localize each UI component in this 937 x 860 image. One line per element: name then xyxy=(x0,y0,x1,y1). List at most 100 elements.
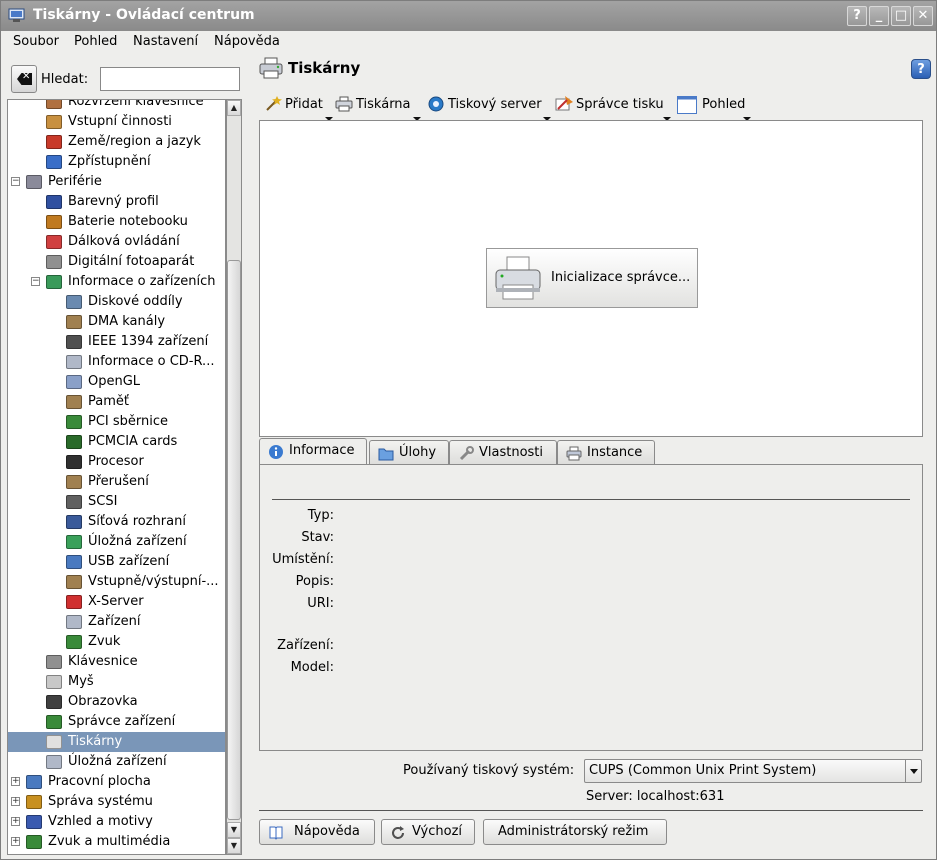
tree-item[interactable]: PCI sběrnice xyxy=(8,412,225,432)
tree-item[interactable]: Obrazovka xyxy=(8,692,225,712)
print-manager-icon xyxy=(555,96,573,112)
tree-item[interactable]: Síťová rozhraní xyxy=(8,512,225,532)
print-server-button[interactable]: Tiskový server xyxy=(427,93,551,121)
tree-item-label: X-Server xyxy=(88,594,144,609)
tab-ulohy[interactable]: Úlohy xyxy=(369,440,449,466)
tree-item[interactable]: PCMCIA cards xyxy=(8,432,225,452)
collapse-icon[interactable]: − xyxy=(31,277,40,286)
expand-icon[interactable]: + xyxy=(11,837,20,846)
tree-item[interactable]: Zpřístupnění xyxy=(8,152,225,172)
help-title-button[interactable]: ? xyxy=(847,6,867,26)
tree-item[interactable]: Správce zařízení xyxy=(8,712,225,732)
tree-item[interactable]: Vstupní činnosti xyxy=(8,112,225,132)
menu-napoveda[interactable]: Nápověda xyxy=(214,34,280,49)
defaults-button[interactable]: Výchozí xyxy=(381,819,475,845)
title-bar[interactable]: Tiskárny - Ovládací centrum ? _ □ ✕ xyxy=(1,1,936,31)
printer-large-icon xyxy=(493,255,543,303)
tree-item-label: Rozvržení klávesnice xyxy=(68,99,204,109)
pcmcia-icon xyxy=(66,435,82,449)
search-input[interactable] xyxy=(100,67,240,91)
tree-item[interactable]: Barevný profil xyxy=(8,192,225,212)
tree-item[interactable]: + Vzhled a motivy xyxy=(8,812,225,832)
tree-item[interactable]: USB zařízení xyxy=(8,552,225,572)
printer-list-area[interactable]: Inicializace správce... xyxy=(259,120,923,437)
menu-nastaveni[interactable]: Nastavení xyxy=(133,34,198,49)
tree-item[interactable]: Myš xyxy=(8,672,225,692)
tree-item-label: Klávesnice xyxy=(68,654,138,669)
tab-informace[interactable]: Informace xyxy=(259,438,367,466)
tree-item[interactable]: − Periférie xyxy=(8,172,225,192)
disk-partitions-icon xyxy=(66,295,82,309)
minimize-button[interactable]: _ xyxy=(869,6,889,26)
tree-item[interactable]: Diskové oddíly xyxy=(8,292,225,312)
tree-item[interactable]: + Pracovní plocha xyxy=(8,772,225,792)
tree-item[interactable]: DMA kanály xyxy=(8,312,225,332)
tree-scrollbar[interactable]: ▲ ▼ ▼ xyxy=(226,99,242,855)
color-profile-icon xyxy=(46,195,62,209)
tree-item[interactable]: Informace o CD-R... xyxy=(8,352,225,372)
tree-item[interactable]: Zvuk xyxy=(8,632,225,652)
tree-item[interactable]: X-Server xyxy=(8,592,225,612)
add-button[interactable]: Přidat xyxy=(264,93,334,121)
tree-item[interactable]: Baterie notebooku xyxy=(8,212,225,232)
view-menu-button[interactable]: Pohled xyxy=(677,93,753,121)
tree-item[interactable]: OpenGL xyxy=(8,372,225,392)
module-tree[interactable]: Rozvržení klávesnice Vstupní činnosti Země… xyxy=(7,99,226,855)
tree-item[interactable]: Dálková ovládání xyxy=(8,232,225,252)
whats-this-help-icon[interactable]: ? xyxy=(911,59,931,79)
tree-item[interactable]: + Zvuk a multimédia xyxy=(8,832,225,852)
help-button[interactable]: Nápověda xyxy=(259,819,375,845)
tree-item-label: Myš xyxy=(68,674,94,689)
expand-icon[interactable]: + xyxy=(11,797,20,806)
tree-item[interactable]: Tiskárny xyxy=(8,732,225,752)
desktop-icon xyxy=(26,775,42,789)
tab-vlastnosti[interactable]: Vlastnosti xyxy=(449,440,557,466)
tree-item[interactable]: Úložná zařízení xyxy=(8,532,225,552)
tab-instance[interactable]: Instance xyxy=(557,440,655,466)
tree-item[interactable]: − Informace o zařízeních xyxy=(8,272,225,292)
printer-menu-button[interactable]: Tiskárna xyxy=(335,93,423,121)
admin-mode-button[interactable]: Administrátorský režim xyxy=(483,819,667,845)
dma-icon xyxy=(66,315,82,329)
maximize-button[interactable]: □ xyxy=(891,6,911,26)
tree-item[interactable]: SCSI xyxy=(8,492,225,512)
device-manager-icon xyxy=(46,715,62,729)
tree-item[interactable]: Digitální fotoaparát xyxy=(8,252,225,272)
print-manager-button[interactable]: Správce tisku xyxy=(555,93,673,121)
tree-item[interactable]: Země/region a jazyk xyxy=(8,132,225,152)
tree-item[interactable]: Paměť xyxy=(8,392,225,412)
expand-icon[interactable]: + xyxy=(11,777,20,786)
scroll-down-button[interactable]: ▼ xyxy=(227,822,241,838)
tree-item-label: Informace o zařízeních xyxy=(68,274,216,289)
dropdown-button[interactable] xyxy=(905,760,921,782)
clear-search-button[interactable]: ✕ xyxy=(11,65,37,93)
info-icon xyxy=(268,444,284,459)
control-center-icon xyxy=(8,8,25,23)
menu-soubor[interactable]: Soubor xyxy=(13,34,59,49)
tree-item-label: Správa systému xyxy=(48,794,153,809)
scroll-up-button[interactable]: ▲ xyxy=(227,100,241,116)
storage-icon xyxy=(46,755,62,769)
tree-item[interactable]: Klávesnice xyxy=(8,652,225,672)
close-button[interactable]: ✕ xyxy=(913,6,933,26)
expand-icon[interactable]: + xyxy=(11,817,20,826)
scroll-thumb[interactable] xyxy=(227,260,241,820)
panel-divider xyxy=(272,499,910,500)
tree-item[interactable]: Zařízení xyxy=(8,612,225,632)
tree-item[interactable]: Úložná zařízení xyxy=(8,752,225,772)
wand-icon xyxy=(264,96,282,112)
print-system-label: Používaný tiskový systém: xyxy=(403,763,575,778)
menu-pohled[interactable]: Pohled xyxy=(74,34,117,49)
field-umisteni-label: Umístění: xyxy=(272,552,334,567)
tree-item-label: Pracovní plocha xyxy=(48,774,151,789)
tree-item[interactable]: Vstupně/výstupní-... xyxy=(8,572,225,592)
tree-item[interactable]: + Správa systému xyxy=(8,792,225,812)
collapse-icon[interactable]: − xyxy=(11,177,20,186)
tree-item[interactable]: Rozvržení klávesnice xyxy=(8,99,225,112)
scroll-down-button-2[interactable]: ▼ xyxy=(227,838,241,854)
tree-item[interactable]: Procesor xyxy=(8,452,225,472)
tree-item[interactable]: Přerušení xyxy=(8,472,225,492)
print-system-select[interactable]: CUPS (Common Unix Print System) xyxy=(584,759,922,783)
initializing-manager-button[interactable]: Inicializace správce... xyxy=(486,248,698,308)
tree-item[interactable]: IEEE 1394 zařízení xyxy=(8,332,225,352)
